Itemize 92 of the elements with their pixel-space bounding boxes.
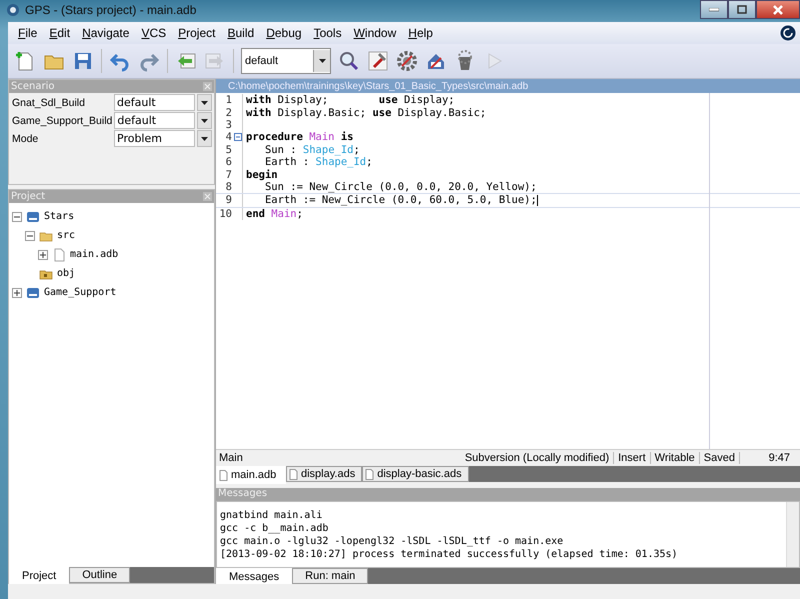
variable-label: Mode [12,132,40,144]
menu-item[interactable]: File [12,26,44,40]
file-tab[interactable]: main.adb [216,466,286,484]
line-number: 9 [224,194,232,206]
message-line: gcc -c b__main.adb [220,523,330,536]
search-icon[interactable] [338,50,360,72]
menu-item[interactable]: Debug [260,26,308,40]
vcs-status: Subversion (Locally modified) [464,452,610,464]
tree-item[interactable]: Game_Support [44,287,116,298]
file-tab[interactable]: display-basic.ads [362,466,469,482]
code-line: Sun := New_Circle (0.0, 0.0, 20.0, Yellow); [264,180,537,193]
expander-icon[interactable] [12,288,22,298]
code-line: procedure Main is [246,131,354,144]
message-line: [2013-09-02 18:10:27] process terminated successfully (elapsed time: 01.35s) [220,549,679,562]
project-icon [26,210,40,224]
menu-item[interactable]: Help [402,26,439,40]
minimize-button[interactable] [700,0,728,19]
gear-icon[interactable] [396,50,418,72]
line-number: 3 [224,118,232,131]
tab[interactable]: Project [9,567,70,585]
dropdown-button[interactable] [197,112,212,129]
message-line: gnatbind main.ali [220,510,324,523]
maximize-icon [737,5,747,14]
code-line: end Main; [246,208,303,220]
tree-item[interactable]: Stars [44,211,74,222]
value-dropdown[interactable]: default [114,94,195,111]
project-icon [26,286,40,300]
collapse-icon[interactable] [234,133,242,142]
code-line: Earth := New_Circle (0.0, 60.0, 5.0, Blue); [264,194,537,206]
hammer-icon[interactable] [367,50,389,72]
line-number: 6 [224,156,232,168]
caret-icon [201,100,208,104]
caret-icon [318,59,326,63]
panel-title: Scenario [11,81,54,92]
code-line: with Display.Basic; use Display.Basic; [246,106,486,119]
scrollbar[interactable] [786,502,799,567]
line-number: 1 [224,94,232,106]
file-icon [52,248,66,262]
close-icon [772,4,784,14]
close-button[interactable] [756,0,800,19]
value-dropdown[interactable]: Problem [114,130,195,147]
cursor-position: 9:47 [739,452,800,464]
file-path: C:\home\pochem\trainings\key\Stars_01_Basic_Types\src\main.adb [228,80,528,92]
line-number: 2 [224,106,232,119]
insert-mode: Insert [613,452,650,464]
menu-item[interactable]: Navigate [76,26,136,40]
message-line: gcc main.o -lglu32 -lopengl32 -lSDL -lSDL_ttf -o main.exe [220,536,564,549]
menu-item[interactable]: VCS [135,26,172,40]
tree-item[interactable]: main.adb [70,249,118,260]
tree-item[interactable]: obj [57,268,76,279]
dropdown-button[interactable] [197,94,212,111]
menu-item[interactable]: Window [348,26,402,40]
tab[interactable]: Outline [69,567,130,583]
line-number: 5 [224,144,232,156]
tree-item[interactable]: src [57,230,76,241]
panel-title: Messages [218,488,268,499]
menu-item[interactable]: Build [221,26,260,40]
file-icon [365,468,374,480]
panel-title: Project [11,191,46,202]
tab[interactable]: Run: main [292,568,368,584]
expander-icon[interactable] [12,212,22,222]
variable-label: Gnat_Sdl_Build [12,96,86,108]
caret-icon [201,136,208,140]
line-number: 10 [218,208,232,220]
file-tab[interactable]: display.ads [286,466,362,482]
app-logo-icon [780,25,796,41]
code-line: Earth : Shape_Id; [264,156,372,168]
line-number: 4 [224,131,232,144]
expander-icon[interactable] [38,250,48,260]
menu-item[interactable]: Edit [43,26,76,40]
code-line: with Display; use Display; [246,94,455,106]
expander-icon[interactable] [25,230,35,240]
value-dropdown[interactable]: default [114,112,195,129]
dropdown-button[interactable] [197,130,212,147]
app-icon [6,3,20,17]
writable-status: Writable [650,452,699,464]
file-icon [219,470,228,480]
line-number: 8 [224,180,232,193]
code-line: begin [246,168,278,181]
line-number: 7 [224,168,232,181]
menu-item[interactable]: Tools [308,26,348,40]
build-target-dropdown[interactable]: default [241,48,331,74]
saved-status: Saved [698,452,739,464]
code-line: Sun : Shape_Id; [264,144,360,156]
file-icon [289,468,298,480]
minimize-icon [709,8,719,12]
window-title: GPS - (Stars project) - main.adb [25,3,196,17]
variable-label: Game_Support_Build [12,114,112,126]
menu-item[interactable]: Project [172,26,222,40]
status-context: Main [219,452,243,464]
caret-icon [201,118,208,122]
maximize-button[interactable] [728,0,756,19]
